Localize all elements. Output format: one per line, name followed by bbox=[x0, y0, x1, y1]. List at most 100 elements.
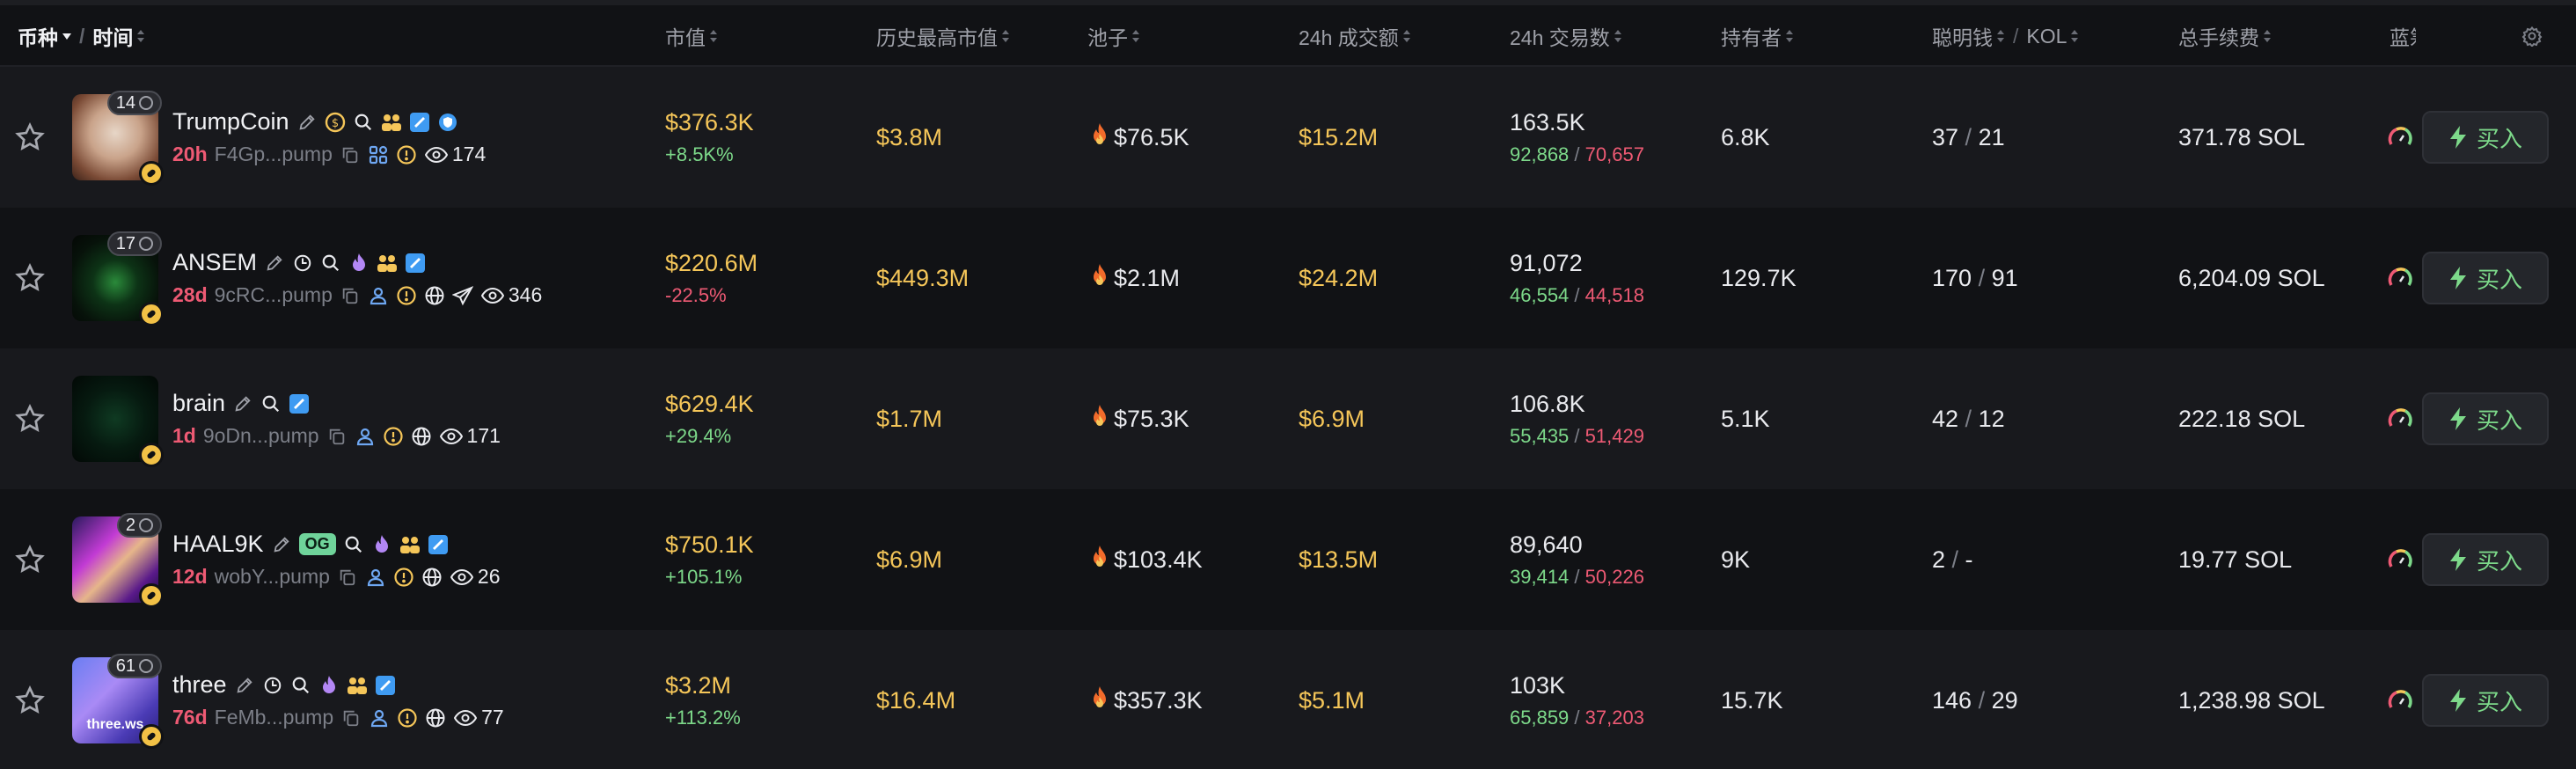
og-badge[interactable]: OG bbox=[298, 533, 336, 555]
website-globe-icon[interactable] bbox=[424, 285, 445, 306]
search-icon[interactable] bbox=[353, 112, 374, 133]
telegram-icon[interactable] bbox=[375, 675, 396, 696]
search-icon[interactable] bbox=[260, 393, 282, 414]
risk-gauge-icon[interactable] bbox=[2386, 546, 2414, 574]
dollar-coin-icon[interactable]: $ bbox=[325, 112, 346, 133]
risk-gauge-icon[interactable] bbox=[2386, 686, 2414, 714]
shield-icon[interactable] bbox=[437, 112, 458, 133]
warning-icon[interactable] bbox=[396, 285, 417, 306]
apps-icon[interactable] bbox=[368, 144, 389, 165]
token-name[interactable]: ANSEM bbox=[172, 249, 257, 276]
sort-by-ath[interactable]: 历史最高市值 bbox=[876, 5, 1010, 67]
user-icon[interactable] bbox=[355, 426, 376, 447]
table-row[interactable]: 17 ANSEM 28d 9cRC...pump 346 $220.6M -22… bbox=[0, 208, 2576, 348]
token-name[interactable]: TrumpCoin bbox=[172, 108, 289, 135]
buy-button[interactable]: 买入 bbox=[2422, 252, 2549, 304]
website-globe-icon[interactable] bbox=[411, 426, 432, 447]
user-icon[interactable] bbox=[368, 285, 389, 306]
favorite-star-icon[interactable] bbox=[14, 544, 46, 575]
telegram-icon[interactable] bbox=[428, 534, 449, 555]
favorite-star-icon[interactable] bbox=[14, 685, 46, 716]
views-eye-icon[interactable] bbox=[424, 144, 449, 165]
views-eye-icon[interactable] bbox=[450, 567, 474, 588]
copy-icon[interactable] bbox=[340, 144, 361, 165]
buy-button[interactable]: 买入 bbox=[2422, 392, 2549, 445]
views-eye-icon[interactable] bbox=[439, 426, 464, 447]
contract-address[interactable]: F4Gp...pump bbox=[215, 143, 333, 166]
table-row[interactable]: three.ws 61 three 76d FeMb...pump 77 $3.… bbox=[0, 630, 2576, 769]
favorite-star-icon[interactable] bbox=[14, 403, 46, 435]
community-icon[interactable] bbox=[347, 675, 368, 696]
token-avatar[interactable]: 17 bbox=[72, 231, 164, 326]
copy-icon[interactable] bbox=[326, 426, 348, 447]
edit-icon[interactable] bbox=[296, 112, 318, 133]
search-icon[interactable] bbox=[343, 534, 364, 555]
website-globe-icon[interactable] bbox=[421, 567, 443, 588]
token-avatar[interactable]: three.ws 61 bbox=[72, 654, 164, 749]
warning-icon[interactable] bbox=[396, 144, 417, 165]
table-row[interactable]: 2 HAAL9K OG 12d wobY...pump 26 $750.1K +… bbox=[0, 489, 2576, 630]
sort-by-smart-money[interactable]: 聪明钱 / KOL bbox=[1932, 5, 2079, 67]
buy-button[interactable]: 买入 bbox=[2422, 674, 2549, 727]
table-row[interactable]: brain 1d 9oDn...pump 171 $629.4K +29.4% … bbox=[0, 348, 2576, 489]
buy-button[interactable]: 买入 bbox=[2422, 111, 2549, 164]
risk-gauge-icon[interactable] bbox=[2386, 264, 2414, 292]
sort-by-txs[interactable]: 24h 交易数 bbox=[1510, 5, 1622, 67]
bluechip-column-label[interactable]: 蓝筹 bbox=[2389, 5, 2416, 67]
views-eye-icon[interactable] bbox=[480, 285, 505, 306]
search-icon[interactable] bbox=[320, 253, 341, 274]
flame-icon[interactable] bbox=[318, 675, 340, 696]
edit-icon[interactable] bbox=[232, 393, 253, 414]
copy-icon[interactable] bbox=[340, 707, 362, 729]
edit-icon[interactable] bbox=[271, 534, 292, 555]
buy-button[interactable]: 买入 bbox=[2422, 533, 2549, 586]
favorite-star-icon[interactable] bbox=[14, 121, 46, 153]
token-name[interactable]: HAAL9K bbox=[172, 531, 264, 558]
contract-address[interactable]: FeMb...pump bbox=[215, 706, 334, 729]
token-avatar[interactable] bbox=[72, 376, 164, 467]
edit-icon[interactable] bbox=[234, 675, 255, 696]
edit-icon[interactable] bbox=[264, 253, 285, 274]
user-icon[interactable] bbox=[369, 707, 390, 729]
search-icon[interactable] bbox=[290, 675, 311, 696]
views-eye-icon[interactable] bbox=[453, 707, 478, 729]
copy-icon[interactable] bbox=[340, 285, 361, 306]
clock-icon[interactable] bbox=[262, 675, 283, 696]
kol-column-label[interactable]: KOL bbox=[2026, 25, 2067, 48]
sort-by-holders[interactable]: 持有者 bbox=[1721, 5, 1794, 67]
risk-gauge-icon[interactable] bbox=[2386, 405, 2414, 433]
token-name[interactable]: three bbox=[172, 671, 227, 699]
time-column-label[interactable]: 时间 bbox=[92, 21, 133, 51]
token-avatar[interactable]: 14 bbox=[72, 91, 164, 186]
website-globe-icon[interactable] bbox=[425, 707, 446, 729]
token-avatar[interactable]: 2 bbox=[72, 513, 164, 608]
contract-address[interactable]: 9oDn...pump bbox=[203, 424, 319, 448]
clock-icon[interactable] bbox=[292, 253, 313, 274]
warning-icon[interactable] bbox=[397, 707, 418, 729]
favorite-star-icon[interactable] bbox=[14, 262, 46, 294]
community-icon[interactable] bbox=[381, 112, 402, 133]
telegram-send-icon[interactable] bbox=[451, 285, 473, 306]
contract-address[interactable]: 9cRC...pump bbox=[215, 283, 333, 307]
settings-gear-icon[interactable] bbox=[2521, 5, 2543, 67]
sort-by-pool[interactable]: 池子 bbox=[1087, 5, 1140, 67]
risk-gauge-icon[interactable] bbox=[2386, 123, 2414, 151]
table-row[interactable]: 14 TrumpCoin $ 20h F4Gp...pump 174 $376.… bbox=[0, 67, 2576, 208]
telegram-icon[interactable] bbox=[409, 112, 430, 133]
community-icon[interactable] bbox=[377, 253, 398, 274]
copy-icon[interactable] bbox=[337, 567, 358, 588]
flame-icon[interactable] bbox=[371, 534, 392, 555]
flame-icon[interactable] bbox=[348, 253, 370, 274]
warning-icon[interactable] bbox=[393, 567, 414, 588]
community-icon[interactable] bbox=[399, 534, 421, 555]
sort-by-fees[interactable]: 总手续费 bbox=[2178, 5, 2272, 67]
token-name[interactable]: brain bbox=[172, 390, 225, 417]
telegram-icon[interactable] bbox=[289, 393, 310, 414]
user-icon[interactable] bbox=[365, 567, 386, 588]
sort-by-market-cap[interactable]: 市值 bbox=[665, 5, 718, 67]
sort-by-coin[interactable]: 币种 / 时间 bbox=[18, 5, 145, 67]
telegram-icon[interactable] bbox=[405, 253, 426, 274]
sort-by-volume[interactable]: 24h 成交额 bbox=[1299, 5, 1411, 67]
warning-icon[interactable] bbox=[383, 426, 404, 447]
contract-address[interactable]: wobY...pump bbox=[215, 565, 330, 589]
